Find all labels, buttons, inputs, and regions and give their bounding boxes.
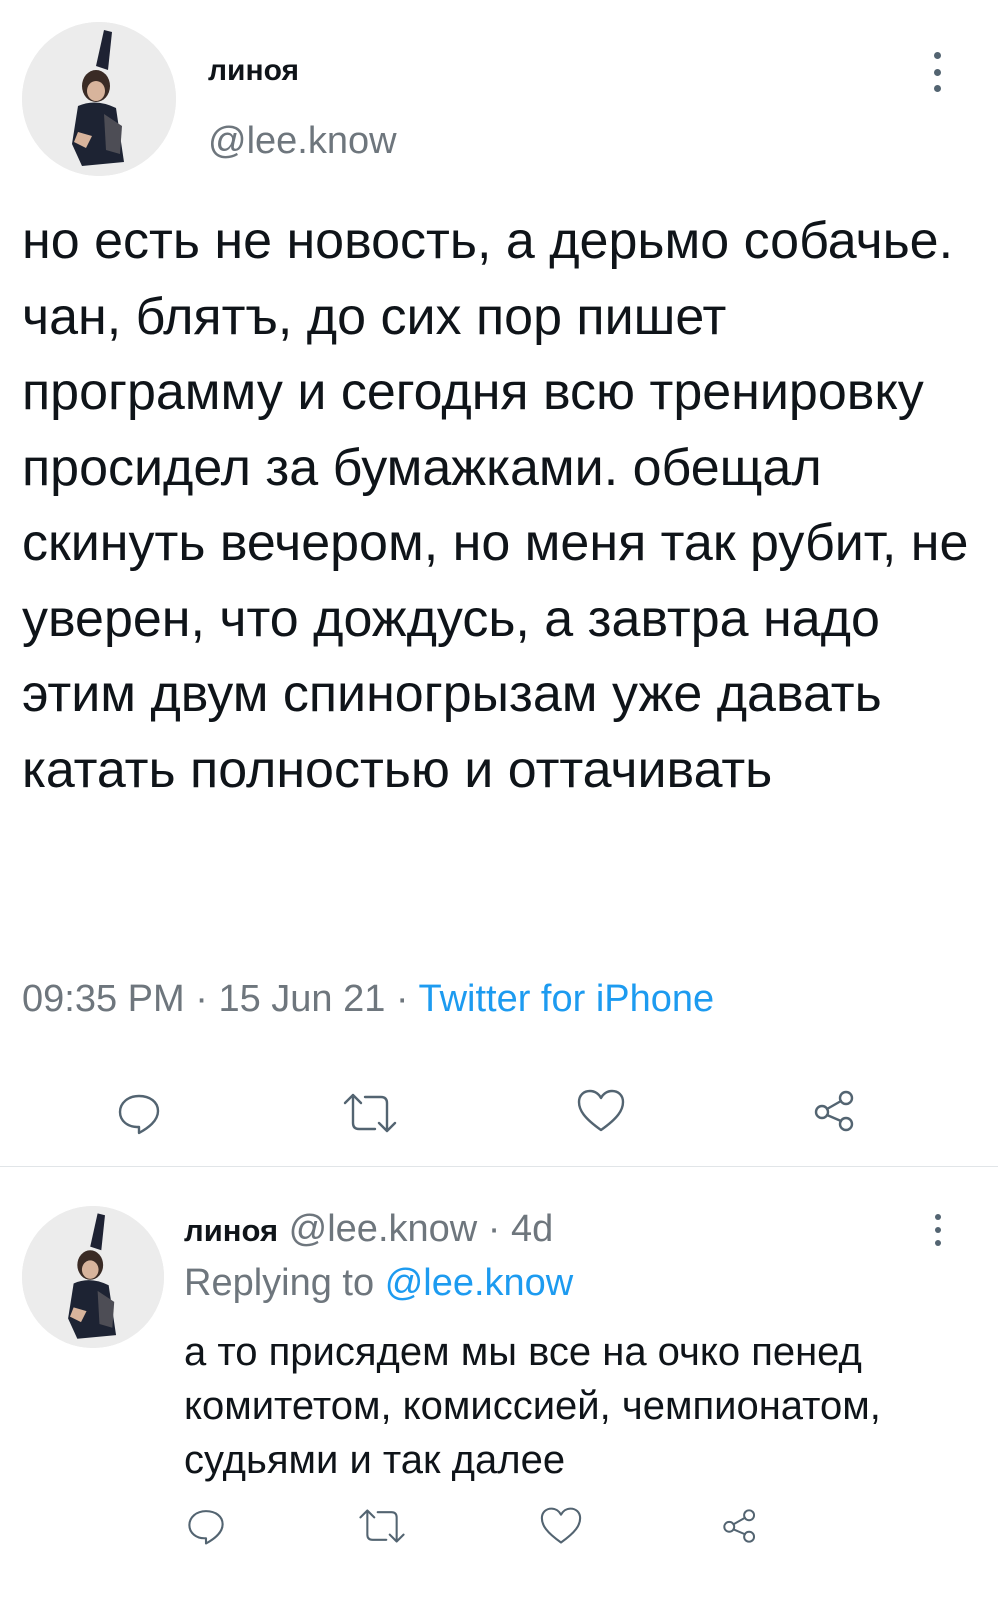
share-icon[interactable] <box>812 1088 858 1134</box>
reply-author-name[interactable]: линоя <box>184 1213 278 1248</box>
person-photo-icon <box>22 22 176 176</box>
like-icon[interactable] <box>538 1504 584 1548</box>
tweet-time: 09:35 PM <box>22 978 185 1020</box>
retweet-icon[interactable] <box>340 1090 400 1136</box>
more-options-icon[interactable] <box>926 1214 950 1246</box>
reply-icon[interactable] <box>114 1088 164 1138</box>
replying-prefix: Replying to <box>184 1262 375 1304</box>
author-handle[interactable]: @lee.know <box>208 120 397 163</box>
share-icon[interactable] <box>720 1506 760 1546</box>
reply-author-avatar[interactable] <box>22 1206 164 1348</box>
replying-mention-link[interactable]: @lee.know <box>385 1262 574 1304</box>
meta-separator: · <box>195 978 208 1020</box>
reply-header: линоя @lee.know · 4d <box>184 1208 553 1251</box>
reply-icon[interactable] <box>184 1504 228 1548</box>
header-separator: · <box>487 1208 501 1250</box>
tweet-text: но есть не новость, а дерьмо собачье. ча… <box>22 212 969 799</box>
more-options-icon[interactable] <box>922 52 952 92</box>
tweet-date: 15 Jun 21 <box>218 978 386 1020</box>
replying-to: Replying to @lee.know <box>184 1262 573 1305</box>
person-photo-icon <box>22 1206 164 1348</box>
retweet-icon[interactable] <box>356 1506 408 1546</box>
author-name[interactable]: линоя <box>208 54 299 88</box>
reply-text: а то присядем мы все на очко пенед комит… <box>184 1330 881 1482</box>
like-icon[interactable] <box>576 1086 626 1136</box>
divider <box>0 1166 998 1167</box>
meta-separator: · <box>395 978 409 1020</box>
tweet-meta: 09:35 PM · 15 Jun 21 · Twitter for iPhon… <box>22 978 714 1021</box>
author-avatar[interactable] <box>22 22 176 176</box>
reply-age: 4d <box>511 1208 554 1250</box>
tweet-source-link[interactable]: Twitter for iPhone <box>418 978 714 1020</box>
reply-author-handle[interactable]: @lee.know <box>289 1208 478 1250</box>
